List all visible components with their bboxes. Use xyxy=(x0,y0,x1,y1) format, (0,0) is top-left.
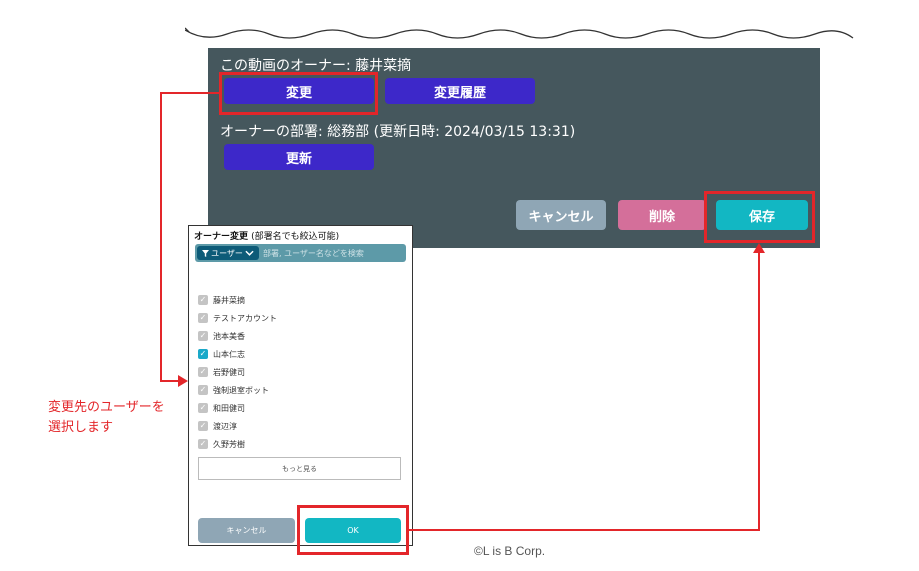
checkbox[interactable]: ✓ xyxy=(198,313,208,323)
connector-line xyxy=(160,92,162,382)
highlight-save-button xyxy=(704,191,815,243)
user-name: 山本仁志 xyxy=(213,349,245,359)
user-name: 渡辺淳 xyxy=(213,421,237,431)
list-item[interactable]: ✓ 池本美香 xyxy=(198,329,245,343)
connector-line xyxy=(160,380,180,382)
user-name: テストアカウント xyxy=(213,313,277,323)
list-item[interactable]: ✓ 和田健司 xyxy=(198,401,245,415)
torn-edge-decoration xyxy=(185,27,854,39)
checkbox[interactable]: ✓ xyxy=(198,439,208,449)
checkbox-checked[interactable]: ✓ xyxy=(198,349,208,359)
user-name: 久野芳樹 xyxy=(213,439,245,449)
owner-change-dialog: オーナー変更 (部署名でも絞込可能) ユーザー ✓ 藤井菜摘 ✓ テストアカウント ✓ 池… xyxy=(188,225,413,546)
panel-cancel-button[interactable]: キャンセル xyxy=(516,200,606,230)
checkbox[interactable]: ✓ xyxy=(198,331,208,341)
search-input[interactable] xyxy=(263,245,403,261)
list-item[interactable]: ✓ 久野芳樹 xyxy=(198,437,245,451)
list-item[interactable]: ✓ 山本仁志 xyxy=(198,347,245,361)
filter-dropdown[interactable]: ユーザー xyxy=(197,246,259,260)
connector-line xyxy=(409,529,760,531)
checkbox[interactable]: ✓ xyxy=(198,403,208,413)
connector-line xyxy=(160,92,219,94)
funnel-icon xyxy=(202,249,210,257)
user-name: 強制退室ボット xyxy=(213,385,269,395)
connector-line xyxy=(758,252,760,531)
highlight-ok-button xyxy=(297,505,409,555)
dialog-title-note: (部署名でも絞込可能) xyxy=(251,232,340,242)
checkbox[interactable]: ✓ xyxy=(198,385,208,395)
dialog-cancel-button[interactable]: キャンセル xyxy=(198,518,295,543)
annotation-text: 変更先のユーザーを 選択します xyxy=(48,398,165,438)
list-item[interactable]: ✓ 藤井菜摘 xyxy=(198,293,245,307)
arrow-right-icon xyxy=(178,375,188,387)
annotation-line-1: 変更先のユーザーを xyxy=(48,400,165,415)
change-history-button[interactable]: 変更履歴 xyxy=(385,78,535,104)
checkbox[interactable]: ✓ xyxy=(198,367,208,377)
chevron-down-icon xyxy=(245,250,254,256)
list-item[interactable]: ✓ 岩野健司 xyxy=(198,365,245,379)
search-bar: ユーザー xyxy=(195,244,406,262)
delete-button[interactable]: 削除 xyxy=(618,200,706,230)
arrow-up-icon xyxy=(753,243,765,253)
checkbox[interactable]: ✓ xyxy=(198,295,208,305)
checkbox[interactable]: ✓ xyxy=(198,421,208,431)
dialog-title: オーナー変更 (部署名でも絞込可能) xyxy=(194,229,339,242)
show-more-button[interactable]: もっと見る xyxy=(198,457,401,480)
filter-label: ユーザー xyxy=(211,248,243,258)
user-name: 藤井菜摘 xyxy=(213,295,245,305)
user-name: 池本美香 xyxy=(213,331,245,341)
list-item[interactable]: ✓ テストアカウント xyxy=(198,311,277,325)
highlight-change-button xyxy=(219,72,378,115)
copyright-text: ©L is B Corp. xyxy=(474,544,546,558)
update-button[interactable]: 更新 xyxy=(224,144,374,170)
owner-department-label: オーナーの部署: 総務部 (更新日時: 2024/03/15 13:31) xyxy=(220,124,576,140)
dialog-title-main: オーナー変更 xyxy=(194,232,249,242)
user-name: 岩野健司 xyxy=(213,367,245,377)
annotation-line-2: 選択します xyxy=(48,420,114,435)
user-name: 和田健司 xyxy=(213,403,245,413)
list-item[interactable]: ✓ 渡辺淳 xyxy=(198,419,237,433)
list-item[interactable]: ✓ 強制退室ボット xyxy=(198,383,269,397)
